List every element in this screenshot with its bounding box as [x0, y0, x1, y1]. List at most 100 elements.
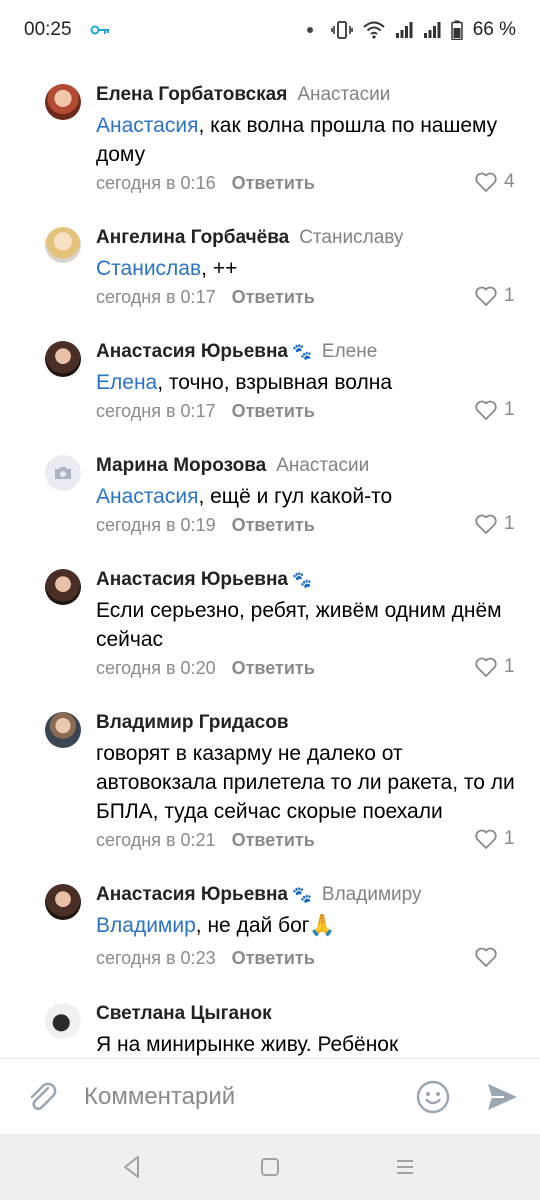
paperclip-icon[interactable]	[24, 1079, 60, 1115]
comment-meta: сегодня в 0:17 Ответить	[96, 287, 315, 308]
comment-text: Станислав, ++	[96, 254, 516, 283]
home-icon[interactable]	[259, 1156, 281, 1178]
smiley-icon[interactable]	[415, 1079, 451, 1115]
comment-time: сегодня в 0:17	[96, 401, 216, 421]
like-button[interactable]: 1	[474, 513, 515, 535]
comments-feed[interactable]: Елена Горбатовская Анастасии Анастасия, к…	[0, 60, 540, 1058]
comment-mention[interactable]: Анастасия	[96, 485, 198, 508]
comment-reply-to[interactable]: Анастасии	[297, 84, 390, 105]
avatar[interactable]	[45, 884, 81, 920]
heart-icon	[475, 657, 497, 677]
comment-body: говорят в казарму не далеко от автовокза…	[96, 742, 515, 823]
like-button[interactable]	[474, 946, 504, 968]
comment-meta: сегодня в 0:16 Ответить	[96, 173, 315, 194]
reply-button[interactable]: Ответить	[232, 948, 315, 968]
comment-text: Я на минирынке живу. Ребёнок	[96, 1030, 516, 1058]
comment-reply-to[interactable]: Анастасии	[276, 455, 369, 476]
comment-meta: сегодня в 0:23 Ответить	[96, 948, 315, 969]
paw-badge-icon: 🐾	[292, 344, 312, 361]
comment-body: , ++	[201, 257, 238, 280]
reply-button[interactable]: Ответить	[232, 515, 315, 535]
wifi-icon	[363, 21, 385, 39]
comment-meta: сегодня в 0:17 Ответить	[96, 401, 315, 422]
like-button[interactable]: 1	[474, 285, 515, 307]
like-count: 1	[504, 513, 515, 534]
avatar[interactable]	[45, 569, 81, 605]
comment-reply-to[interactable]: Владимиру	[322, 884, 422, 905]
signal-icon	[395, 22, 413, 38]
back-icon[interactable]	[120, 1154, 144, 1180]
comment-meta: сегодня в 0:19 Ответить	[96, 515, 315, 536]
avatar[interactable]	[45, 341, 81, 377]
comment-time: сегодня в 0:23	[96, 948, 216, 968]
comment-mention[interactable]: Анастасия	[96, 114, 198, 137]
camera-icon	[55, 467, 71, 479]
like-button[interactable]: 1	[474, 399, 515, 421]
system-navigation-bar	[0, 1134, 540, 1200]
like-count: 1	[504, 285, 515, 306]
reply-button[interactable]: Ответить	[232, 658, 315, 678]
comment-body: Если серьезно, ребят, живём одним днём с…	[96, 599, 502, 651]
paw-badge-icon: 🐾	[292, 887, 312, 904]
comment-time: сегодня в 0:20	[96, 658, 216, 678]
comment-time: сегодня в 0:16	[96, 173, 216, 193]
comment-author[interactable]: Владимир Гридасов	[96, 712, 289, 733]
comment-text: говорят в казарму не далеко от автовокза…	[96, 739, 516, 826]
comment-input[interactable]	[84, 1077, 394, 1117]
comment-author[interactable]: Елена Горбатовская	[96, 84, 287, 105]
comment-author[interactable]: Марина Морозова	[96, 455, 266, 476]
comment-time: сегодня в 0:17	[96, 287, 216, 307]
paw-badge-icon: 🐾	[292, 572, 312, 589]
comment-body: , не дай бог🙏	[195, 914, 336, 937]
comment-text: Если серьезно, ребят, живём одним днём с…	[96, 596, 516, 654]
comment-mention[interactable]: Станислав	[96, 257, 201, 280]
comment-mention[interactable]: Елена	[96, 371, 157, 394]
status-time: 00:25	[24, 19, 72, 40]
comment-author[interactable]: Анастасия Юрьевна	[96, 569, 288, 590]
heart-icon	[475, 172, 497, 192]
comment-author[interactable]: Ангелина Горбачёва	[96, 227, 289, 248]
recent-apps-icon[interactable]	[394, 1156, 416, 1178]
comment-composer	[0, 1058, 540, 1134]
battery-icon	[450, 20, 463, 40]
heart-icon	[475, 286, 497, 306]
notification-dot-icon	[306, 27, 313, 33]
like-button[interactable]: 1	[474, 656, 515, 678]
comment-author[interactable]: Анастасия Юрьевна	[96, 884, 288, 905]
comment-text: Анастасия, ещё и гул какой-то	[96, 482, 516, 511]
comment-mention[interactable]: Владимир	[96, 914, 196, 937]
comment-meta: сегодня в 0:20 Ответить	[96, 658, 315, 679]
battery-level: 66 %	[472, 19, 516, 40]
heart-icon	[475, 514, 497, 534]
comment-author[interactable]: Светлана Цыганок	[96, 1003, 272, 1024]
vibrate-icon	[330, 21, 353, 39]
reply-button[interactable]: Ответить	[232, 830, 315, 850]
comment-author[interactable]: Анастасия Юрьевна	[96, 341, 288, 362]
reply-button[interactable]: Ответить	[232, 287, 315, 307]
comment-reply-to[interactable]: Елене	[322, 341, 377, 362]
like-count: 1	[504, 828, 515, 849]
vpn-key-icon	[90, 25, 109, 35]
comment-text: Анастасия, как волна прошла по нашему до…	[96, 111, 516, 169]
comment-text: Елена, точно, взрывная волна	[96, 368, 516, 397]
reply-button[interactable]: Ответить	[232, 401, 315, 421]
avatar[interactable]	[45, 227, 81, 263]
comment-reply-to[interactable]: Станиславу	[299, 227, 403, 248]
avatar[interactable]	[45, 84, 81, 120]
like-button[interactable]: 1	[474, 828, 515, 850]
like-count: 4	[504, 171, 515, 192]
comment-text: Владимир, не дай бог🙏	[96, 911, 516, 940]
comment-time: сегодня в 0:19	[96, 515, 216, 535]
avatar[interactable]	[45, 712, 81, 748]
heart-icon	[475, 947, 497, 967]
like-button[interactable]: 4	[474, 171, 515, 193]
comment-time: сегодня в 0:21	[96, 830, 216, 850]
avatar[interactable]	[45, 455, 81, 491]
like-count: 1	[504, 399, 515, 420]
status-bar: 00:25 66 %	[0, 0, 540, 60]
send-icon[interactable]	[484, 1079, 520, 1115]
comment-body: , ещё и гул какой-то	[198, 485, 393, 508]
avatar[interactable]	[45, 1003, 81, 1039]
reply-button[interactable]: Ответить	[232, 173, 315, 193]
heart-icon	[475, 400, 497, 420]
